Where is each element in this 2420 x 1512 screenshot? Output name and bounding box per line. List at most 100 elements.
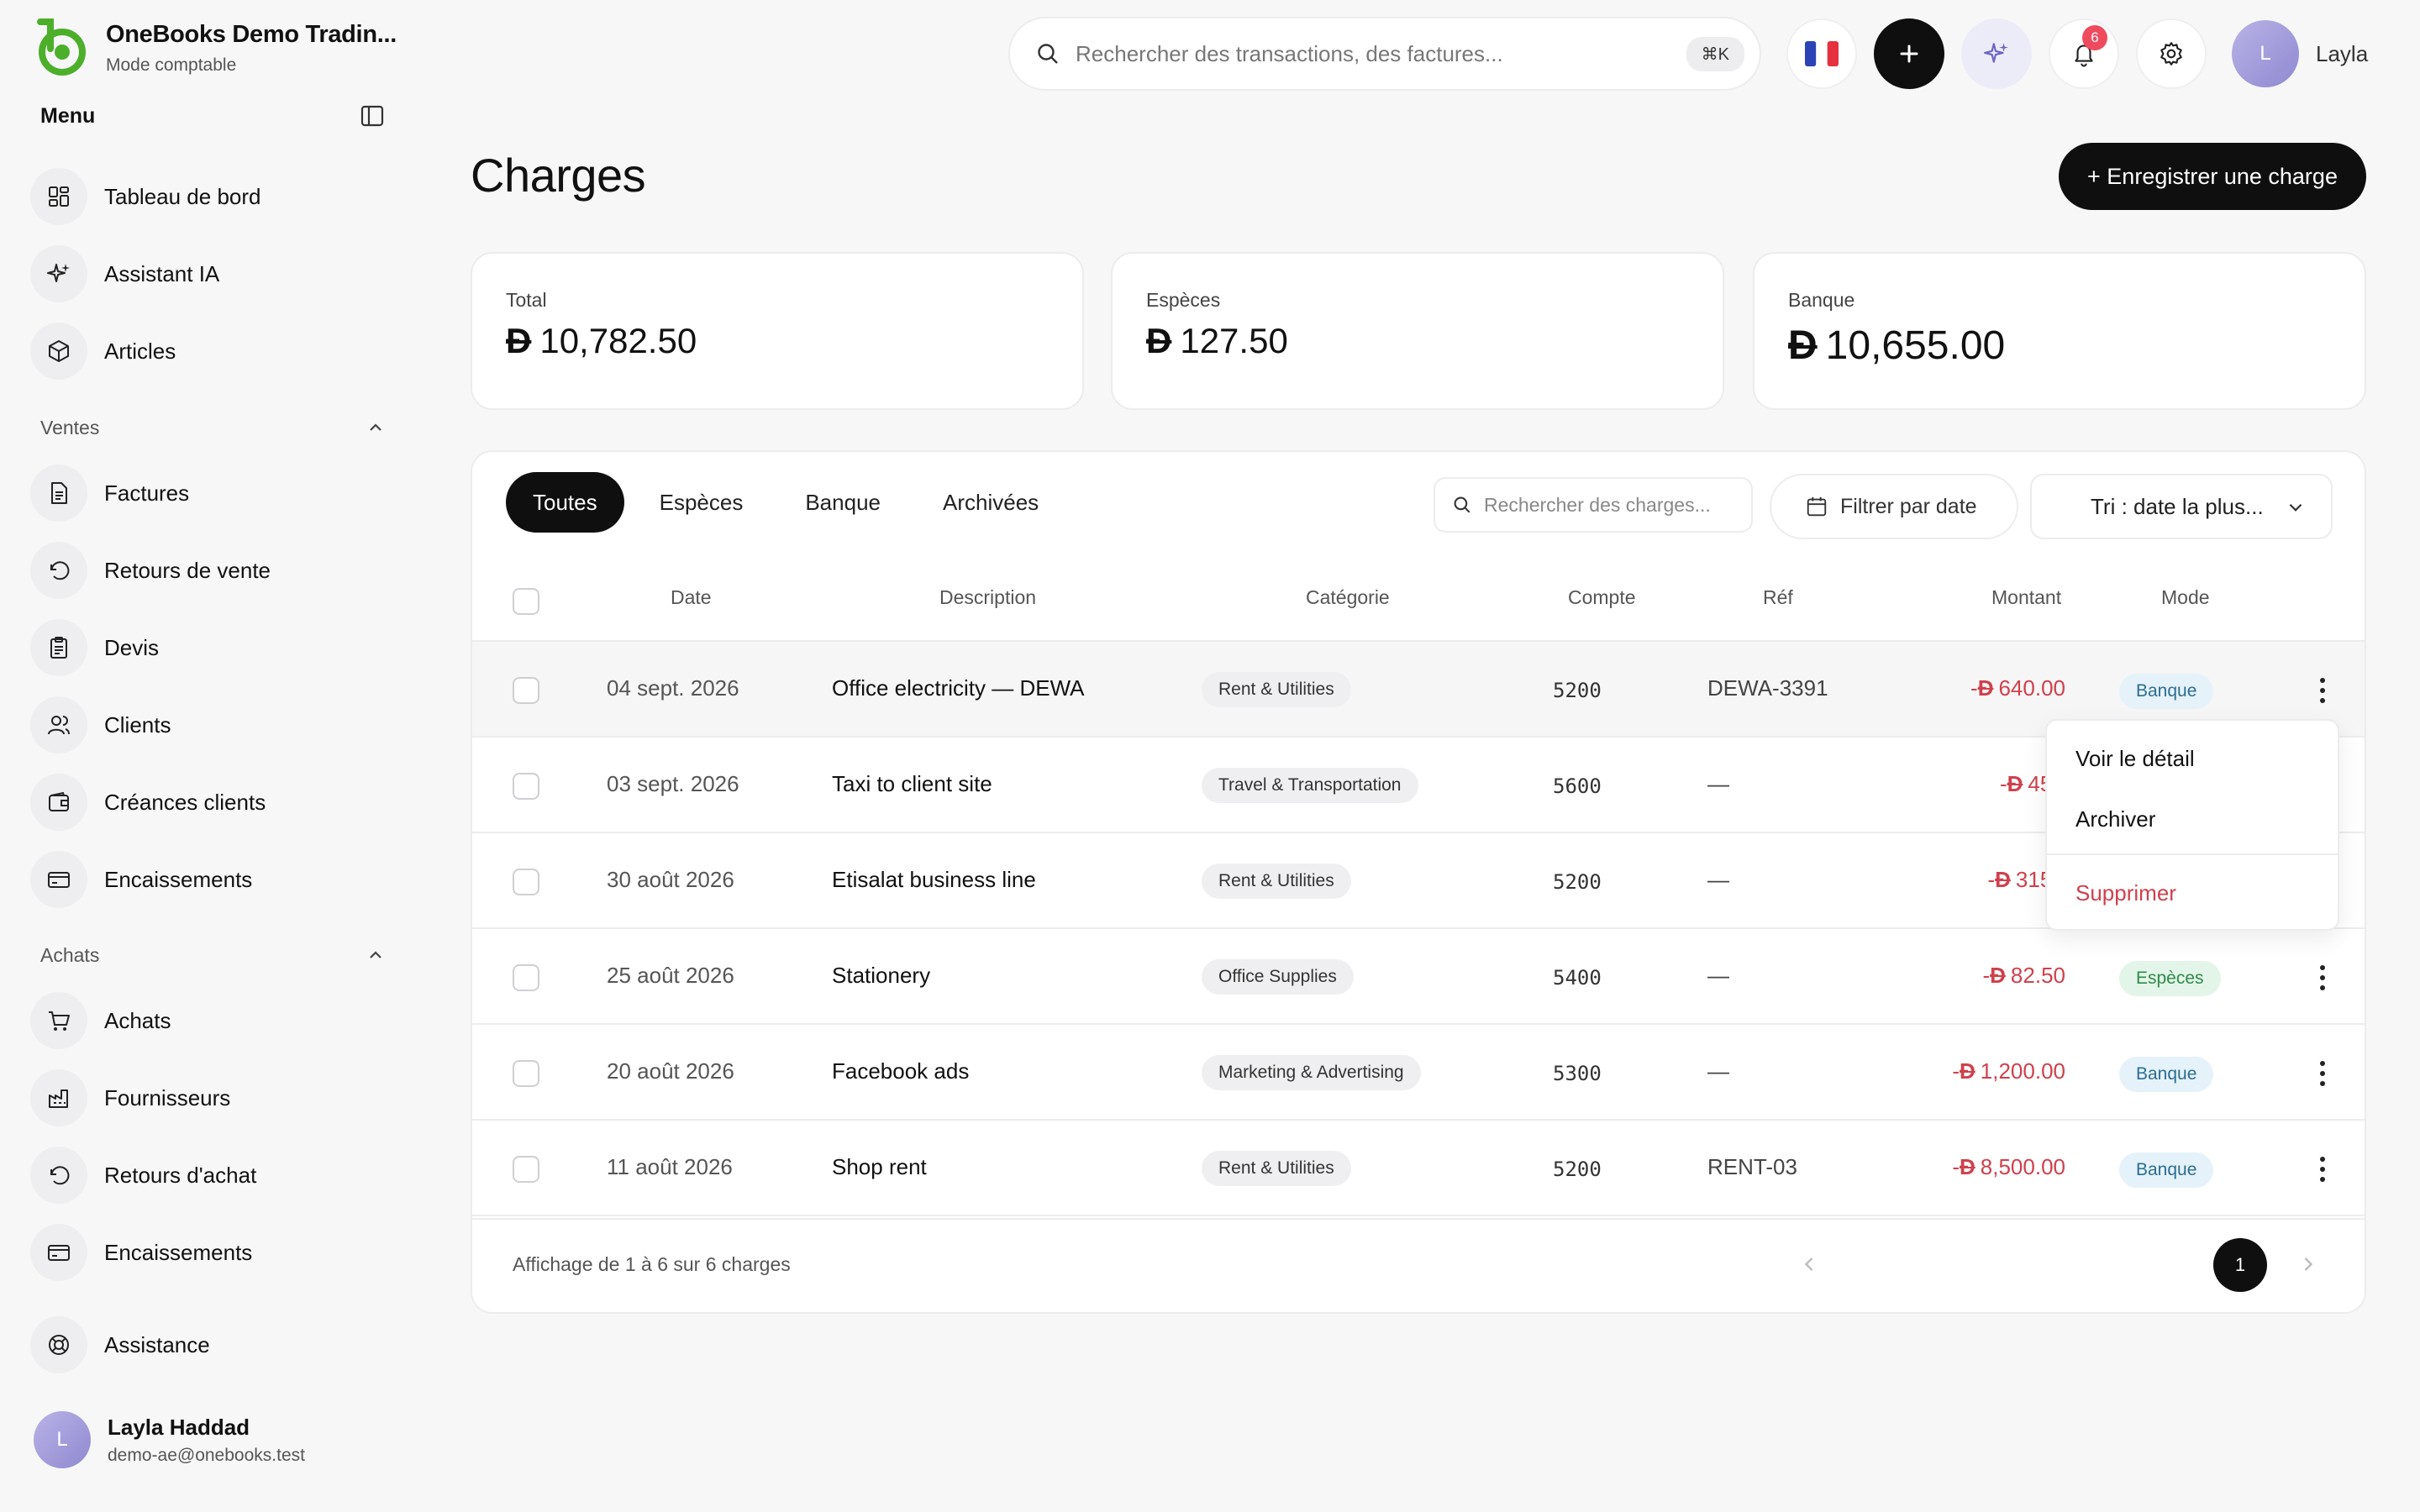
sidebar-item-ai-assistant[interactable]: Assistant IA [30, 243, 383, 305]
header-account[interactable]: Compte [1568, 586, 1636, 609]
row-account: 5300 [1553, 1062, 1602, 1085]
row-description: Facebook ads [832, 1058, 970, 1084]
sidebar-item-label: Encaissements [104, 1239, 253, 1265]
sparkles-icon [47, 264, 70, 282]
ai-button[interactable] [1961, 18, 2032, 89]
record-charge-button[interactable]: + Enregistrer une charge [2059, 143, 2366, 210]
document-icon [51, 482, 67, 504]
menu-item-delete[interactable]: Supprimer [2075, 880, 2176, 906]
section-purchases-header[interactable]: Achats [40, 941, 385, 969]
page-button-current[interactable]: 1 [2213, 1238, 2267, 1292]
tab-cash[interactable]: Espèces [633, 472, 771, 533]
user-menu[interactable]: L Layla [2232, 20, 2368, 87]
row-checkbox[interactable] [513, 1060, 539, 1087]
sidebar-item-label: Factures [104, 480, 190, 506]
chevron-right-icon[interactable] [2297, 1253, 2319, 1275]
tab-archived[interactable]: Archivées [916, 472, 1065, 533]
row-checkbox[interactable] [513, 1156, 539, 1183]
section-sales-header[interactable]: Ventes [40, 413, 385, 442]
row-amount: -Đ 640.00 [1970, 675, 2065, 701]
create-button[interactable] [1874, 18, 1944, 89]
sidebar-item-sales-returns[interactable]: Retours de vente [30, 539, 383, 601]
more-vertical-icon[interactable] [2314, 1057, 2331, 1090]
card-value: Đ 10,655.00 [1788, 323, 2005, 369]
row-checkbox[interactable] [513, 869, 539, 895]
sidebar-item-dashboard[interactable]: Tableau de bord [30, 165, 383, 228]
sidebar-item-clients[interactable]: Clients [30, 694, 383, 756]
select-all-checkbox[interactable] [513, 588, 539, 615]
sidebar-item-label: Encaissements [104, 866, 253, 892]
card-label: Banque [1788, 289, 1855, 311]
row-checkbox[interactable] [513, 677, 539, 704]
header-category[interactable]: Catégorie [1306, 586, 1390, 609]
pagination-summary: Affichage de 1 à 6 sur 6 charges [513, 1253, 791, 1275]
table-row[interactable]: 25 août 2026 Stationery Office Supplies … [472, 929, 2365, 1025]
sidebar-item-quotes[interactable]: Devis [30, 617, 383, 679]
category-badge: Travel & Transportation [1202, 768, 1418, 803]
row-checkbox[interactable] [513, 773, 539, 800]
row-date: 03 sept. 2026 [607, 771, 739, 796]
table-row[interactable]: 11 août 2026 Shop rent Rent & Utilities … [472, 1121, 2365, 1216]
date-filter-button[interactable]: Filtrer par date [1770, 474, 2018, 539]
calendar-icon [1807, 496, 1827, 517]
user-profile[interactable]: L Layla Haddad demo-ae@onebooks.test [34, 1411, 305, 1468]
sidebar-item-invoices[interactable]: Factures [30, 462, 383, 524]
dirham-icon: Đ [1960, 1058, 1975, 1084]
sidebar-item-label: Assistant IA [104, 260, 220, 286]
sidebar-item-suppliers[interactable]: Fournisseurs [30, 1067, 383, 1129]
table-row[interactable]: 20 août 2026 Facebook ads Marketing & Ad… [472, 1025, 2365, 1121]
sidebar-toggle-icon[interactable] [360, 103, 385, 129]
dashboard-icon [49, 186, 69, 207]
language-button[interactable] [1786, 18, 1857, 89]
mode-badge: Banque [2119, 1152, 2214, 1188]
more-vertical-icon[interactable] [2314, 961, 2331, 995]
tab-all[interactable]: Toutes [506, 472, 624, 533]
menu-item-view[interactable]: Voir le détail [2075, 746, 2195, 772]
menu-item-archive[interactable]: Archiver [2075, 806, 2155, 832]
sidebar-item-label: Devis [104, 634, 160, 660]
summary-card-total: Total Đ 10,782.50 [471, 252, 1084, 410]
card-label: Espèces [1146, 289, 1221, 311]
header-description[interactable]: Description [939, 586, 1036, 609]
dirham-icon: Đ [1960, 1154, 1975, 1179]
sidebar-item-purchase-returns[interactable]: Retours d'achat [30, 1144, 383, 1206]
header-ref[interactable]: Réf [1763, 586, 1793, 609]
dirham-icon: Đ [1990, 963, 2006, 988]
sidebar-item-label: Retours d'achat [104, 1162, 257, 1188]
amount: 1,200.00 [1980, 1058, 2065, 1084]
sidebar-item-label: Fournisseurs [104, 1084, 231, 1110]
page-title: Charges [471, 149, 646, 202]
header-mode[interactable]: Mode [2161, 586, 2210, 609]
more-vertical-icon[interactable] [2314, 1152, 2331, 1186]
sidebar-item-purchases[interactable]: Achats [30, 990, 383, 1052]
global-search-input[interactable]: Rechercher des transactions, des facture… [1008, 17, 1761, 91]
app-mode: Mode comptable [106, 55, 237, 75]
search-icon [1454, 496, 1470, 513]
row-date: 11 août 2026 [607, 1154, 733, 1179]
sidebar-item-support[interactable]: Assistance [30, 1314, 383, 1376]
amount: 127.50 [1180, 321, 1288, 360]
tab-bank[interactable]: Banque [778, 472, 908, 533]
mode-badge: Banque [2119, 1057, 2214, 1092]
divider [472, 1218, 2365, 1220]
row-checkbox[interactable] [513, 964, 539, 991]
brand[interactable]: OneBooks Demo Tradin... Mode comptable [30, 18, 397, 77]
row-description: Etisalat business line [832, 867, 1036, 892]
search-placeholder: Rechercher des transactions, des facture… [1076, 40, 1503, 66]
sidebar-item-label: Achats [104, 1007, 171, 1033]
sidebar-item-receivables[interactable]: Créances clients [30, 771, 383, 833]
chevron-left-icon[interactable] [1798, 1253, 1820, 1275]
row-account: 5400 [1553, 966, 1602, 990]
sidebar-item-articles[interactable]: Articles [30, 320, 383, 382]
sidebar-item-collections[interactable]: Encaissements [30, 848, 383, 911]
sidebar-item-label: Créances clients [104, 789, 266, 815]
header-amount[interactable]: Montant [1991, 586, 2061, 609]
settings-button[interactable] [2136, 18, 2207, 89]
header-date[interactable]: Date [671, 586, 712, 609]
sidebar-item-purchase-payments[interactable]: Encaissements [30, 1221, 383, 1284]
more-vertical-icon[interactable] [2314, 674, 2331, 707]
notifications-button[interactable]: 6 [2049, 18, 2119, 89]
sort-select[interactable]: Tri : date la plus... [2030, 474, 2333, 539]
amount: 640.00 [1998, 675, 2065, 701]
charges-search-input[interactable]: Rechercher des charges... [1434, 477, 1753, 533]
